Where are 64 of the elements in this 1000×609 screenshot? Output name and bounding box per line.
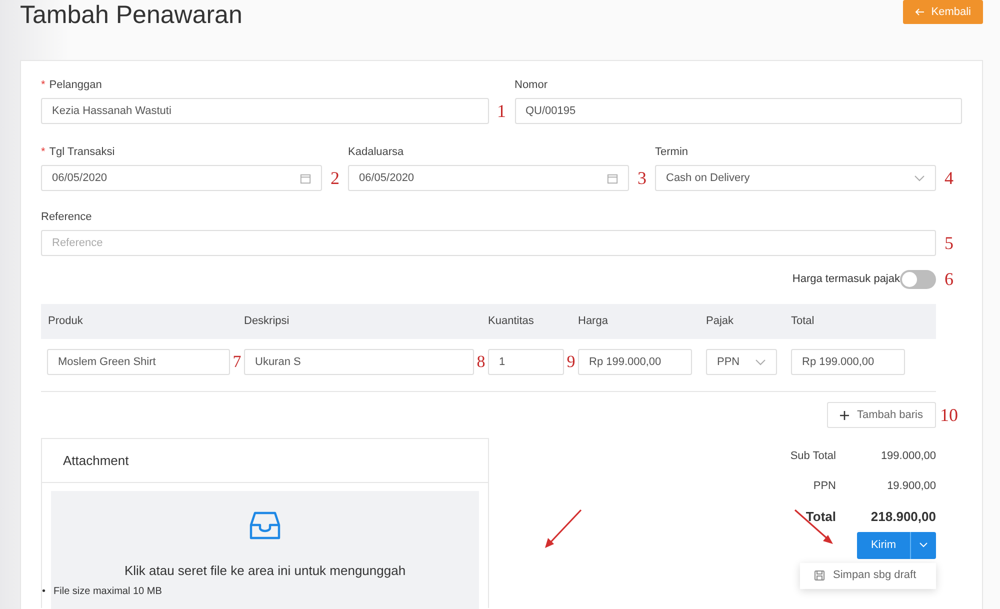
chevron-down-icon [919, 542, 928, 548]
field-label: Tgl Transaksi [49, 146, 115, 158]
annotation-number: 7 [232, 352, 242, 371]
table-field[interactable]: 1 [488, 349, 564, 375]
total-label: PPN [812, 478, 836, 494]
annotation-arrow [542, 508, 582, 550]
menu-item-label: Simpan sbg draft [833, 568, 916, 584]
save-icon [814, 570, 825, 581]
annotation-number: 5 [944, 233, 954, 253]
annotation-number: 2 [330, 168, 340, 188]
note-text: File size maximal 10 MB [54, 586, 162, 596]
plus-icon [840, 410, 849, 420]
attachment-title: Attachment [42, 439, 488, 483]
field-label: Termin [655, 146, 688, 158]
annotation-number: 8 [476, 352, 486, 371]
chevron-down-icon [755, 358, 766, 366]
total-label: Total [804, 508, 836, 526]
annotation-number: 10 [940, 405, 958, 425]
page-title: Tambah Penawaran [20, 0, 242, 30]
date-field[interactable]: 06/05/2020 [348, 165, 629, 191]
select-field[interactable]: Cash on Delivery [655, 165, 936, 191]
date-field[interactable]: 06/05/2020 [41, 165, 322, 191]
annotation-number: 1 [497, 101, 506, 121]
required-mark: * [41, 79, 46, 91]
annotation-number: 9 [566, 352, 576, 371]
dropdown-toggle-button[interactable] [910, 532, 936, 558]
total-value: 199.000,00 [880, 449, 936, 464]
annotation-number: 4 [944, 168, 954, 188]
annotation-number: 3 [638, 168, 646, 188]
column-header: Pajak [706, 314, 735, 330]
table-field[interactable]: Ukuran S [244, 349, 474, 375]
table-field[interactable]: Rp 199.000,00 [578, 349, 692, 375]
arrow-left-icon [915, 8, 926, 16]
column-header: Produk [47, 314, 84, 330]
chevron-down-icon [914, 174, 925, 182]
total-value: 19.900,00 [886, 478, 936, 494]
calendar-icon [300, 172, 311, 184]
field-label: Nomor [514, 79, 548, 91]
menu-item[interactable]: Simpan sbg draft [814, 567, 916, 584]
column-header: Kuantitas [488, 314, 535, 330]
total-value: 218.900,00 [870, 508, 936, 526]
text-field[interactable]: Kezia Hassanah Wastuti [41, 98, 488, 124]
calendar-icon [607, 172, 618, 184]
inbox-icon [249, 511, 281, 541]
annotation-number: 6 [944, 269, 954, 289]
field-label: Pelanggan [49, 79, 102, 91]
toggle-switch[interactable] [900, 270, 936, 288]
dropzone-text: Klik atau seret file ke area ini untuk mengunggah [124, 562, 406, 580]
column-header: Harga [578, 314, 609, 330]
toggle-label: Harga termasuk pajak [792, 272, 900, 287]
column-header: Total [791, 314, 816, 330]
required-mark: * [41, 146, 46, 158]
send-button[interactable]: Kirim [856, 532, 910, 558]
product-field[interactable]: Moslem Green Shirt [47, 349, 230, 375]
column-header: Deskripsi [244, 314, 290, 330]
add-row-button[interactable]: Tambah baris [826, 402, 936, 428]
field-label: Reference [41, 211, 92, 223]
annotation-arrow [792, 508, 835, 546]
table-field[interactable]: Rp 199.000,00 [791, 349, 905, 375]
total-label: Sub Total [789, 449, 836, 464]
tax-select[interactable]: PPN [706, 349, 777, 375]
field-label: Kadaluarsa [348, 146, 404, 158]
bullet-mark: • [42, 586, 46, 596]
text-field[interactable]: QU/00195 [514, 98, 962, 124]
